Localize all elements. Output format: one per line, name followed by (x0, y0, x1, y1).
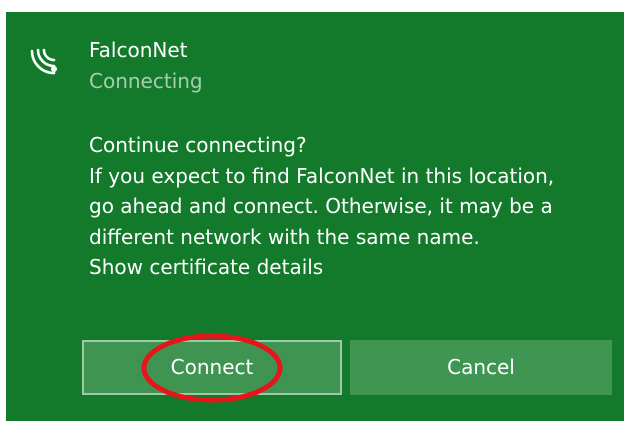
wifi-icon (30, 48, 57, 75)
network-name: FalconNet (89, 38, 188, 62)
connect-button[interactable]: Connect (82, 340, 342, 395)
message-line: different network with the same name. (89, 224, 480, 249)
show-certificate-details-link[interactable]: Show certificate details (89, 252, 617, 283)
connection-message: Continue connecting? If you expect to fi… (89, 130, 617, 283)
network-status: Connecting (89, 69, 203, 93)
message-question: Continue connecting? (89, 133, 307, 157)
cancel-button[interactable]: Cancel (350, 340, 612, 395)
message-line: go ahead and connect. Otherwise, it may … (89, 194, 553, 218)
message-line: If you expect to find FalconNet in this … (89, 163, 555, 188)
